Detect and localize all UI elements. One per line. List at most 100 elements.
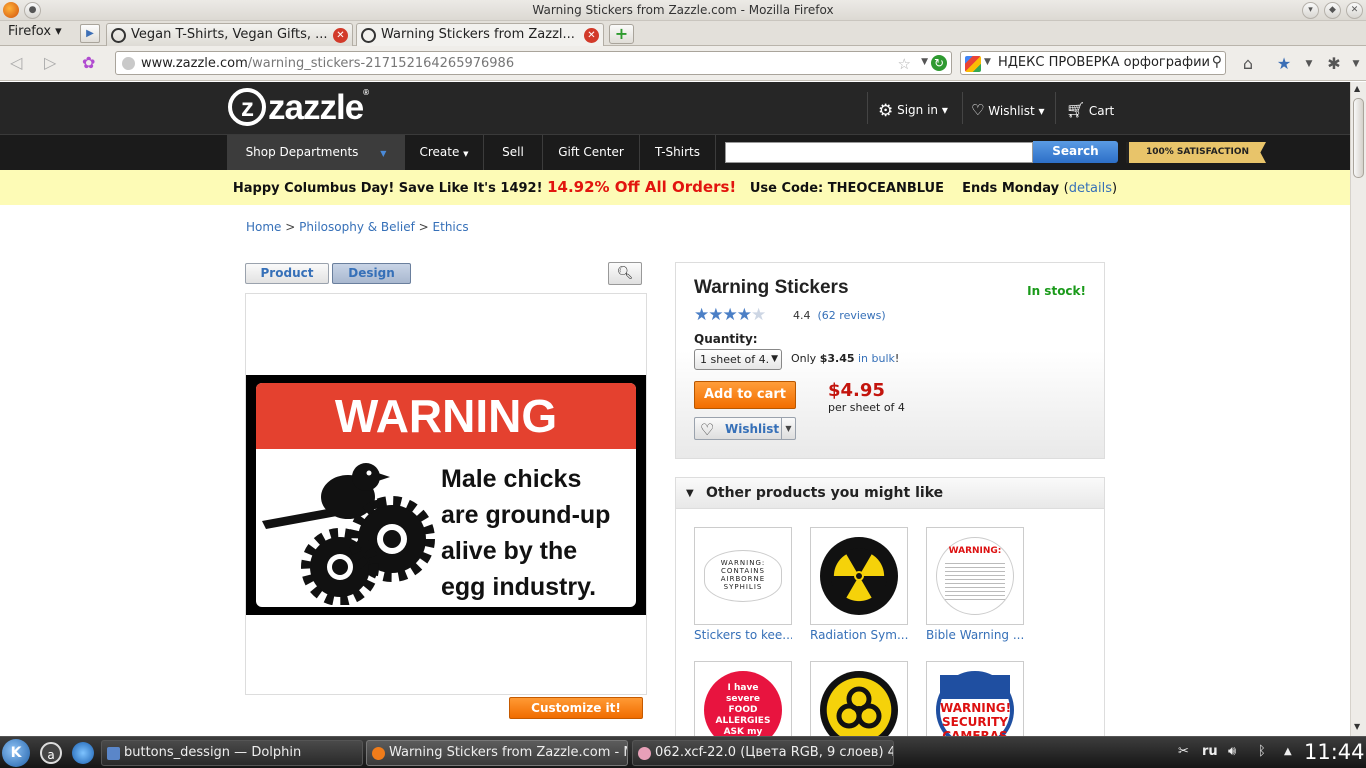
syphilis-sticker: WARNING: CONTAINS AIRBORNE SYPHILIS [704,550,782,602]
close-window-icon[interactable]: ✕ [1346,2,1363,19]
details-link[interactable]: details [1069,181,1112,196]
task-dolphin[interactable]: buttons_dessign — Dolphin [101,740,363,766]
product-thumbnail-label[interactable]: Bible Warning ... [926,628,1024,642]
zazzle-header: z zazzle® ⚙ Sign in ▾ ♡ Wishlist ▾ 🛒︎ Car… [0,82,1350,134]
purchase-panel: Warning Stickers In stock! ★★★★★ 4.4 (62… [675,262,1105,459]
vertical-scrollbar[interactable]: ▲ ▼ [1350,82,1366,736]
tab-strip: Firefox ▾ ▶ Vegan T-Shirts, Vegan Gifts,… [0,21,1366,46]
add-to-cart-button[interactable]: Add to cart [694,381,796,409]
close-tab-icon[interactable]: ✕ [333,28,348,43]
product-thumbnail[interactable]: WARNING: CONTAINS AIRBORNE SYPHILIS [694,527,792,625]
scrollbar-thumb[interactable] [1353,98,1364,178]
product-thumbnail[interactable] [810,527,908,625]
quantity-select[interactable]: 1 sheet of 4. ▼ [694,349,782,370]
other-products-header[interactable]: ▼ Other products you might like [676,478,1104,509]
url-text[interactable]: www.zazzle.com/warning_stickers-21715216… [141,56,514,71]
extension-icon[interactable]: ✱ [1324,54,1344,74]
reload-icon[interactable]: ↻ [931,55,947,71]
rating-summary: 4.4 (62 reviews) [793,309,886,322]
product-thumbnail[interactable]: WARNING! SECURITY CAMERAS IN OPERATION [926,661,1024,736]
keyboard-layout[interactable]: ru [1202,744,1218,759]
tab-warning-stickers[interactable]: Warning Stickers from Zazzl... ✕ [356,23,604,46]
food-allergy-sticker: I have severe FOOD ALLERGIES ASK my MOM … [704,671,782,736]
biohazard-icon [820,671,898,736]
breadcrumb-home[interactable]: Home [246,220,281,234]
tab-product-view[interactable]: Product [245,263,329,284]
product-thumbnail[interactable] [810,661,908,736]
scissors-icon[interactable]: ✂ [1178,744,1189,759]
product-image[interactable]: WARNING Male chicks are ground-up alive … [245,293,647,695]
bulk-link[interactable]: in bulk [858,352,895,365]
new-tab-button[interactable]: + [609,24,634,44]
forward-icon[interactable]: ▷ [44,53,56,72]
add-to-wishlist-button[interactable]: ♡ Wishlist ▼ [694,417,796,440]
reviews-link[interactable]: (62 reviews) [818,309,886,322]
breadcrumb-philosophy[interactable]: Philosophy & Belief [299,220,415,234]
collapse-triangle-icon[interactable]: ▼ [686,478,694,509]
search-engine-icon[interactable] [965,56,981,72]
sign-in-link[interactable]: ⚙ Sign in ▾ [878,101,948,121]
back-icon[interactable]: ◁ [10,53,22,72]
search-bar[interactable]: ▼ НДЕКС ПРОВЕРКА орфографии ⚲ [960,51,1226,75]
bluetooth-icon[interactable]: ᛒ [1258,744,1266,759]
addon-icon[interactable]: ✿ [82,53,95,72]
nav-gift-center[interactable]: Gift Center [542,135,639,170]
bookmark-star-icon[interactable]: ☆ [898,55,911,73]
magnifier-icon[interactable]: 🔍︎ [608,262,642,285]
chevron-down-icon: ▼ [771,354,778,364]
binoculars-icon[interactable]: ⚲ [1212,54,1222,70]
firefox-icon [372,747,385,760]
tray-expand-icon[interactable]: ▲ [1284,746,1292,757]
close-tab-icon[interactable]: ✕ [584,28,599,43]
product-thumbnail[interactable]: WARNING: [926,527,1024,625]
chevron-down-icon[interactable]: ▼ [1346,54,1366,74]
url-history-dropdown-icon[interactable]: ▼ [921,57,928,67]
site-search-input[interactable] [725,142,1033,163]
chevron-down-icon[interactable]: ▼ [781,418,795,439]
window-titlebar: ● Warning Stickers from Zazzle.com - Moz… [0,0,1366,21]
home-icon[interactable]: ⌂ [1238,54,1258,74]
volume-icon[interactable]: 🔊︎ [1228,744,1236,759]
chevron-down-icon[interactable]: ▼ [984,57,991,67]
browser-launcher-icon[interactable] [72,742,94,764]
nav-shop-departments[interactable]: Shop Departments ▼ [227,135,404,170]
task-firefox[interactable]: Warning Stickers from Zazzle.com - Mozil… [366,740,628,766]
site-identity-icon[interactable] [122,57,135,70]
nav-create[interactable]: Create ▼ [404,135,483,170]
promo-ends: Ends Monday [962,181,1060,196]
promo-details: (details) [1063,181,1118,196]
heart-icon: ♡ [700,420,715,439]
bookmarks-icon[interactable]: ★ [1274,54,1294,74]
scroll-up-icon[interactable]: ▲ [1354,84,1360,93]
chevron-down-icon[interactable]: ▼ [1299,54,1319,74]
product-thumbnail-label[interactable]: Stickers to kee... [694,628,792,642]
firefox-menu-button[interactable]: Firefox ▾ [8,24,62,39]
customize-button[interactable]: Customize it! [509,697,643,719]
sticker-message: Male chicks are ground-up alive by the e… [441,465,611,601]
url-bar[interactable]: www.zazzle.com/warning_stickers-21715216… [115,51,952,75]
maximize-icon[interactable]: ◆ [1324,2,1341,19]
cart-link[interactable]: 🛒︎ Cart [1066,101,1114,119]
app-launcher-icon[interactable]: a [40,742,62,764]
cart-icon: 🛒︎ [1066,101,1086,119]
task-gimp[interactable]: 062.xcf-22.0 (Цвета RGB, 9 слоев) 400x40… [632,740,894,766]
breadcrumb-ethics[interactable]: Ethics [433,220,469,234]
zazzle-logo[interactable]: z zazzle® [228,88,369,128]
kde-menu-icon[interactable]: K [2,739,30,767]
minimize-icon[interactable]: ▾ [1302,2,1319,19]
price-unit: per sheet of 4 [828,401,905,414]
rating-stars[interactable]: ★★★★★ [694,305,766,325]
scroll-down-icon[interactable]: ▼ [1354,722,1360,731]
product-thumbnail[interactable]: I have severe FOOD ALLERGIES ASK my MOM … [694,661,792,736]
nav-sell[interactable]: Sell [483,135,542,170]
tab-design-view[interactable]: Design [332,263,411,284]
search-input[interactable]: НДЕКС ПРОВЕРКА орфографии [998,55,1210,70]
wishlist-link[interactable]: ♡ Wishlist ▾ [971,101,1045,119]
quantity-label: Quantity: [694,332,758,346]
clock[interactable]: 11:44 [1304,740,1365,764]
tab-list-icon[interactable]: ▶ [80,24,100,43]
site-search-button[interactable]: Search [1033,141,1118,163]
tab-vegan-tshirts[interactable]: Vegan T-Shirts, Vegan Gifts, ... ✕ [106,23,353,46]
product-thumbnail-label[interactable]: Radiation Sym... [810,628,908,642]
nav-tshirts[interactable]: T-Shirts [639,135,716,170]
